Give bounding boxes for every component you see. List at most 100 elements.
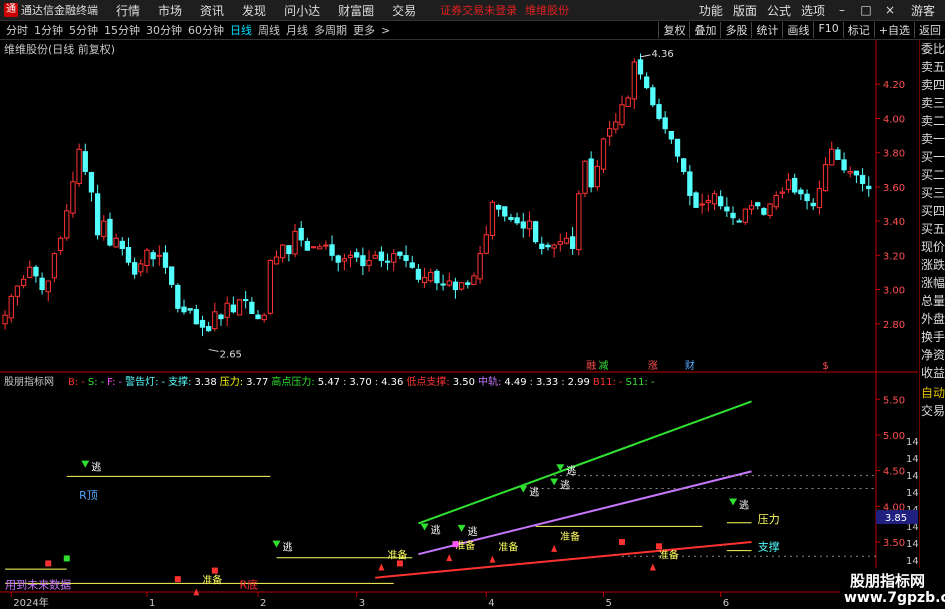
chevron-right-icon[interactable]: > bbox=[381, 24, 390, 37]
candle-body bbox=[687, 171, 693, 196]
indicator-legend-item: 3.77 bbox=[246, 377, 268, 388]
candle-body bbox=[489, 201, 496, 236]
candle-body bbox=[755, 202, 761, 207]
candle-body bbox=[792, 177, 798, 193]
stock-name-link[interactable]: 维维股份 bbox=[525, 2, 569, 18]
close-icon[interactable]: × bbox=[883, 3, 897, 17]
candle-body bbox=[286, 245, 292, 255]
period-60min[interactable]: 60分钟 bbox=[188, 22, 224, 38]
tool-zixuan[interactable]: +自选 bbox=[873, 22, 914, 38]
menu-hangqing[interactable]: 行情 bbox=[116, 2, 140, 19]
tool-huaxian[interactable]: 画线 bbox=[782, 22, 813, 38]
menu-gongneng[interactable]: 功能 bbox=[699, 2, 723, 19]
restore-icon[interactable]: □ bbox=[859, 3, 873, 17]
signal-label: R顶 bbox=[79, 489, 98, 502]
candle-body bbox=[440, 283, 446, 286]
candle-body bbox=[656, 104, 662, 119]
candle-body bbox=[236, 299, 243, 316]
side-xianjia: 现价 bbox=[920, 240, 945, 254]
signal-label: 支撑 bbox=[758, 540, 780, 554]
candle-body bbox=[415, 268, 422, 280]
price-tick-label: 4.20 bbox=[883, 80, 905, 91]
candle-body bbox=[650, 87, 656, 106]
candle-body bbox=[606, 128, 613, 137]
trade-button[interactable]: 交易 bbox=[920, 402, 945, 420]
event-marker: 融 bbox=[586, 360, 596, 372]
period-daily[interactable]: 日线 bbox=[230, 22, 252, 38]
buy-arrow-icon bbox=[378, 563, 385, 571]
candle-body bbox=[582, 160, 588, 194]
sell-arrow-icon bbox=[729, 498, 738, 506]
candle-body bbox=[458, 282, 465, 290]
candle-body bbox=[804, 193, 810, 202]
indicator-legend-item: 4.36 bbox=[381, 377, 403, 388]
tool-diejia[interactable]: 叠加 bbox=[689, 22, 720, 38]
period-weekly[interactable]: 周线 bbox=[258, 22, 280, 38]
signal-label: 准备 bbox=[202, 573, 222, 586]
candle-body bbox=[816, 188, 823, 209]
indicator-legend-item: 中轨: bbox=[478, 375, 501, 388]
menu-zixun[interactable]: 资讯 bbox=[200, 2, 224, 19]
candle-body bbox=[446, 280, 452, 286]
candle-body bbox=[94, 193, 101, 236]
candle-body bbox=[57, 237, 64, 252]
auto-trade-toggle[interactable]: 自动 bbox=[920, 384, 945, 402]
candle-body bbox=[88, 172, 95, 193]
candle-body bbox=[144, 249, 150, 267]
period-5min[interactable]: 5分钟 bbox=[69, 22, 98, 38]
candle-body bbox=[421, 277, 428, 284]
menu-shichang[interactable]: 市场 bbox=[158, 2, 182, 19]
candle-body bbox=[329, 244, 335, 256]
tool-tongji[interactable]: 统计 bbox=[751, 22, 782, 38]
tool-fanhui[interactable]: 返回 bbox=[914, 22, 945, 38]
menu-gongshi[interactable]: 公式 bbox=[767, 2, 791, 19]
indicator-legend-item: 2.99 bbox=[568, 377, 590, 388]
indicator-legend-item: B: bbox=[68, 377, 78, 388]
tool-biaoji[interactable]: 标记 bbox=[842, 22, 874, 38]
menu-xuanxiang[interactable]: 选项 bbox=[801, 2, 825, 19]
period-monthly[interactable]: 月线 bbox=[286, 22, 308, 38]
indicator-legend-item: 压力: bbox=[220, 375, 243, 388]
candle-body bbox=[212, 311, 218, 330]
candle-body bbox=[273, 256, 280, 265]
period-30min[interactable]: 30分钟 bbox=[146, 22, 182, 38]
candle-body bbox=[810, 202, 816, 207]
menu-faxian[interactable]: 发现 bbox=[242, 2, 266, 19]
sell-arrow-icon bbox=[272, 540, 281, 548]
period-1min[interactable]: 1分钟 bbox=[34, 22, 63, 38]
candle-body bbox=[502, 206, 508, 217]
period-fenshi[interactable]: 分时 bbox=[6, 22, 28, 38]
candle-body bbox=[230, 304, 236, 313]
candle-body bbox=[384, 260, 391, 263]
candle-body bbox=[829, 148, 835, 166]
menu-caifuquan[interactable]: 财富圈 bbox=[338, 2, 374, 19]
date-label: 4 bbox=[488, 598, 494, 609]
candle-body bbox=[323, 244, 329, 247]
buy-arrow-icon bbox=[446, 554, 453, 562]
menu-banmian[interactable]: 版面 bbox=[733, 2, 757, 19]
price-tick-label: 3.60 bbox=[883, 183, 905, 194]
period-multi[interactable]: 多周期 bbox=[314, 22, 347, 38]
guest-button[interactable]: 游客 bbox=[911, 2, 935, 19]
menu-jiaoyi[interactable]: 交易 bbox=[392, 2, 416, 19]
signal-marker bbox=[618, 539, 625, 546]
candle-body bbox=[822, 164, 829, 192]
signal-label: R底 bbox=[240, 577, 259, 591]
candle-body bbox=[434, 270, 440, 284]
indicator-legend-item: - bbox=[651, 377, 655, 388]
tool-f10[interactable]: F10 bbox=[813, 22, 842, 38]
indicator-legend-item: 3.38 bbox=[195, 377, 217, 388]
stock-chart[interactable]: 维维股份(日线 前复权) 2.80 3.00 3.20 3.40 3.60 3.80 4.00… bbox=[0, 40, 918, 609]
candle-body bbox=[477, 253, 483, 280]
period-more[interactable]: 更多 bbox=[353, 22, 375, 38]
candle-body bbox=[471, 275, 477, 285]
login-status[interactable]: 证券交易未登录 bbox=[440, 2, 517, 18]
tool-fuquan[interactable]: 复权 bbox=[658, 22, 689, 38]
period-15min[interactable]: 15分钟 bbox=[104, 22, 140, 38]
indicator-tick-label: 5.50 bbox=[883, 395, 905, 406]
tool-duogu[interactable]: 多股 bbox=[720, 22, 751, 38]
candle-body bbox=[631, 61, 637, 100]
menu-wenxiaoda[interactable]: 问小达 bbox=[284, 2, 320, 19]
minimize-icon[interactable]: – bbox=[835, 3, 849, 17]
candle-body bbox=[520, 221, 526, 229]
